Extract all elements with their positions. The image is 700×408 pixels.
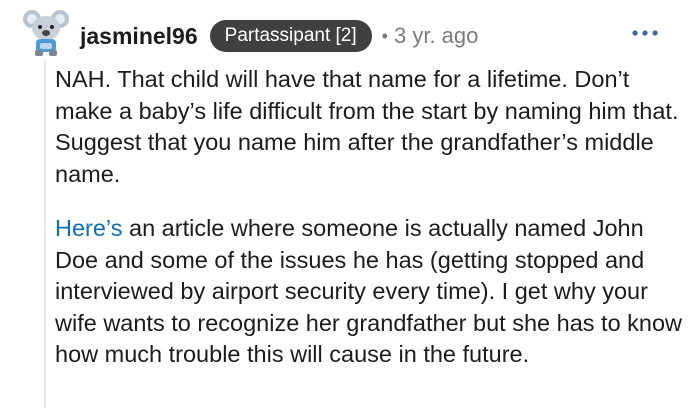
- koala-avatar-icon[interactable]: [20, 6, 72, 58]
- thread-line[interactable]: [44, 60, 46, 408]
- comment-body: NAH. That child will have that name for …: [55, 64, 685, 371]
- comment-paragraph-1: NAH. That child will have that name for …: [55, 66, 679, 187]
- comment-header: jasminel96 Partassipant [2] • 3 yr. ago: [80, 19, 478, 53]
- username[interactable]: jasminel96: [80, 23, 198, 50]
- meta-separator: •: [381, 25, 388, 46]
- comment-paragraph-2-text: an article where someone is actually nam…: [55, 215, 683, 367]
- user-flair-badge: Partassipant [2]: [209, 20, 372, 52]
- more-options-icon[interactable]: [631, 25, 659, 36]
- article-link[interactable]: Here’s: [55, 215, 122, 241]
- timestamp[interactable]: 3 yr. ago: [394, 23, 478, 49]
- comment-paragraph-2: Here’s an article where someone is actua…: [55, 213, 685, 371]
